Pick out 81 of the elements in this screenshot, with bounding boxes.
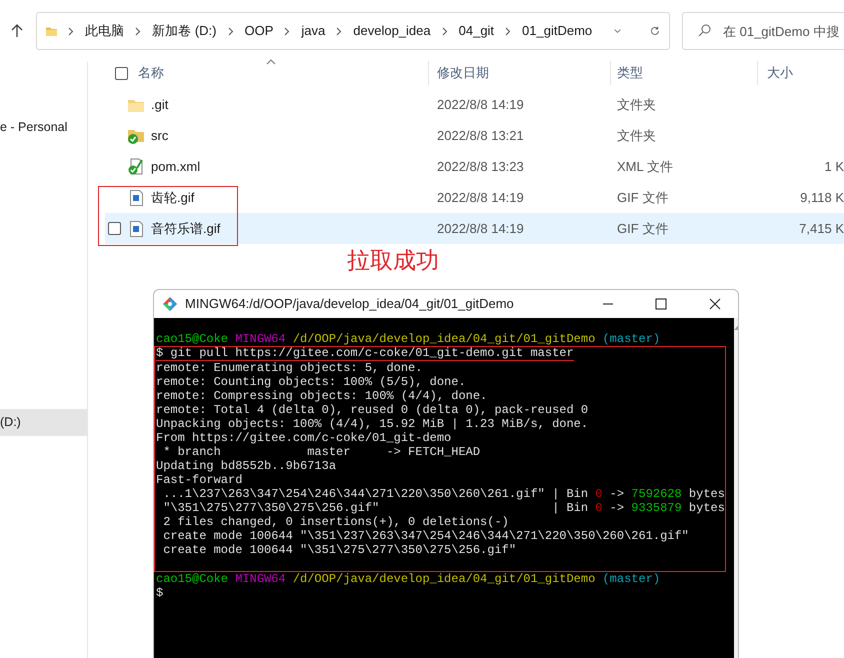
file-row[interactable]: 音符乐谱.gif 2022/8/8 14:19 GIF 文件 7,415 K [105,213,844,244]
terminal-line: From https://gitee.com/c-coke/01_git-demo [156,431,452,445]
terminal-line: $ [156,586,164,600]
file-type: XML 文件 [616,158,674,176]
terminal-line: Fast-forward [156,473,242,487]
terminal-line: remote: Compressing objects: 100% (4/4), done. [156,389,488,403]
breadcrumb[interactable]: develop_idea [353,21,431,41]
chevron-right-icon [135,26,142,36]
file-type: GIF 文件 [616,220,670,238]
sidebar-item[interactable]: e - Personal [0,114,87,141]
terminal-line: cao15@Coke MINGW64 /d/OOP/java/develop_idea/04_git/01_gitDemo (master) [156,572,660,586]
modified-date: 2022/8/8 14:19 [436,220,525,238]
annotation-label: 拉取成功 [347,246,439,275]
folder-icon [46,24,58,38]
file-name: .git [151,96,168,114]
folder-icon [128,98,144,112]
file-check-icon [128,158,144,175]
file-row[interactable]: pom.xml 2022/8/8 13:23 XML 文件 1 K [105,151,844,182]
file-row[interactable]: .git 2022/8/8 14:19 文件夹 [105,89,844,120]
terminal-line: 2 files changed, 0 insertions(+), 0 deletions(-) [162,515,509,529]
column-header[interactable]: 名称 [138,63,164,83]
file-size: 1 K [824,158,844,176]
column-header[interactable]: 大小 [757,61,844,85]
terminal-line: $ git pull https://gitee.com/c-coke/01_git-demo.git master [156,347,574,361]
row-checkbox[interactable] [108,222,121,235]
sort-caret-icon [266,59,276,65]
breadcrumb[interactable]: 此电脑 [85,21,124,41]
file-row[interactable]: 齿轮.gif 2022/8/8 14:19 GIF 文件 9,118 K [105,182,844,213]
chevron-right-icon [284,26,290,36]
folder-check-icon [128,128,144,144]
file-size: 7,415 K [799,220,844,238]
terminal-line: Updating bd8552b..9b6713a [156,459,336,473]
modified-date: 2022/8/8 13:21 [436,126,525,145]
search-field[interactable]: 在 01_gitDemo 中搜 [682,12,844,50]
chevron-right-icon [68,26,74,36]
address-bar[interactable]: 此电脑 新加卷 (D:) OOP java develop_idea 04_git 01_gitDemo [36,12,670,50]
terminal-line: remote: Total 4 (delta 0), reused 0 (delta 0), pack-reused 0 [156,403,588,417]
terminal-line: Unpacking objects: 100% (4/4), 15.92 MiB | 1.23 MiB/s, done. [156,417,588,431]
chevron-right-icon [505,26,512,36]
terminal-line: cao15@Coke MINGW64 /d/OOP/java/develop_idea/04_git/01_gitDemo (master) [156,332,660,346]
close-icon[interactable] [709,298,721,310]
maximize-icon[interactable] [655,298,667,310]
column-header[interactable]: 类型 [610,61,757,85]
file-name: 齿轮.gif [151,188,194,207]
terminal-line: * branch master -> FETCH_HEAD [162,445,480,459]
file-size: 9,118 K [800,188,844,207]
terminal-line: remote: Counting objects: 100% (5/5), done. [156,375,466,389]
window-title: MINGW64:/d/OOP/java/develop_idea/04_git/01_gitDemo [185,295,514,314]
modified-date: 2022/8/8 14:19 [436,96,525,114]
chevron-right-icon [442,26,448,36]
file-name: src [151,126,168,145]
terminal-line: create mode 100644 "\351\237\263\347\254\246\344\271\220\350\260\261.gif" [162,529,689,543]
search-icon [698,24,711,37]
chevron-right-icon [336,26,342,36]
refresh-icon[interactable] [650,24,660,38]
file-name: 音符乐谱.gif [151,220,220,238]
image-file-icon [130,190,142,206]
sidebar-item[interactable]: (D:) [0,409,87,436]
terminal-line: remote: Enumerating objects: 5, done. [156,361,422,375]
file-row[interactable]: src 2022/8/8 13:21 文件夹 [105,120,844,151]
modified-date: 2022/8/8 14:19 [436,188,525,207]
breadcrumb[interactable]: 新加卷 (D:) [152,21,216,41]
file-type: GIF 文件 [616,188,670,207]
up-arrow-icon[interactable] [10,24,24,38]
breadcrumb[interactable]: 01_gitDemo [522,21,592,41]
breadcrumb[interactable]: 04_git [458,21,494,41]
terminal-line: "\351\275\277\350\275\256.gif" | Bin 0 -> 9335879 bytes [162,501,725,515]
image-file-icon [130,220,142,236]
file-name: pom.xml [151,158,200,176]
breadcrumb[interactable]: java [301,21,326,41]
dropdown-icon[interactable] [614,28,622,34]
file-type: 文件夹 [616,96,657,114]
terminal-line: ...1\237\263\347\254\246\344\271\220\350\260\261.gif" | Bin 0 -> 7592628 bytes [162,487,725,501]
modified-date: 2022/8/8 13:23 [436,158,525,176]
column-header[interactable]: 修改日期 [428,61,610,85]
app-logo-icon [163,297,177,311]
terminal-line: create mode 100644 "\351\275\277\350\275\256.gif" [162,543,516,557]
chevron-right-icon [228,26,234,36]
breadcrumb[interactable]: OOP [244,21,274,41]
select-all-checkbox[interactable] [115,66,128,80]
file-type: 文件夹 [616,126,657,145]
